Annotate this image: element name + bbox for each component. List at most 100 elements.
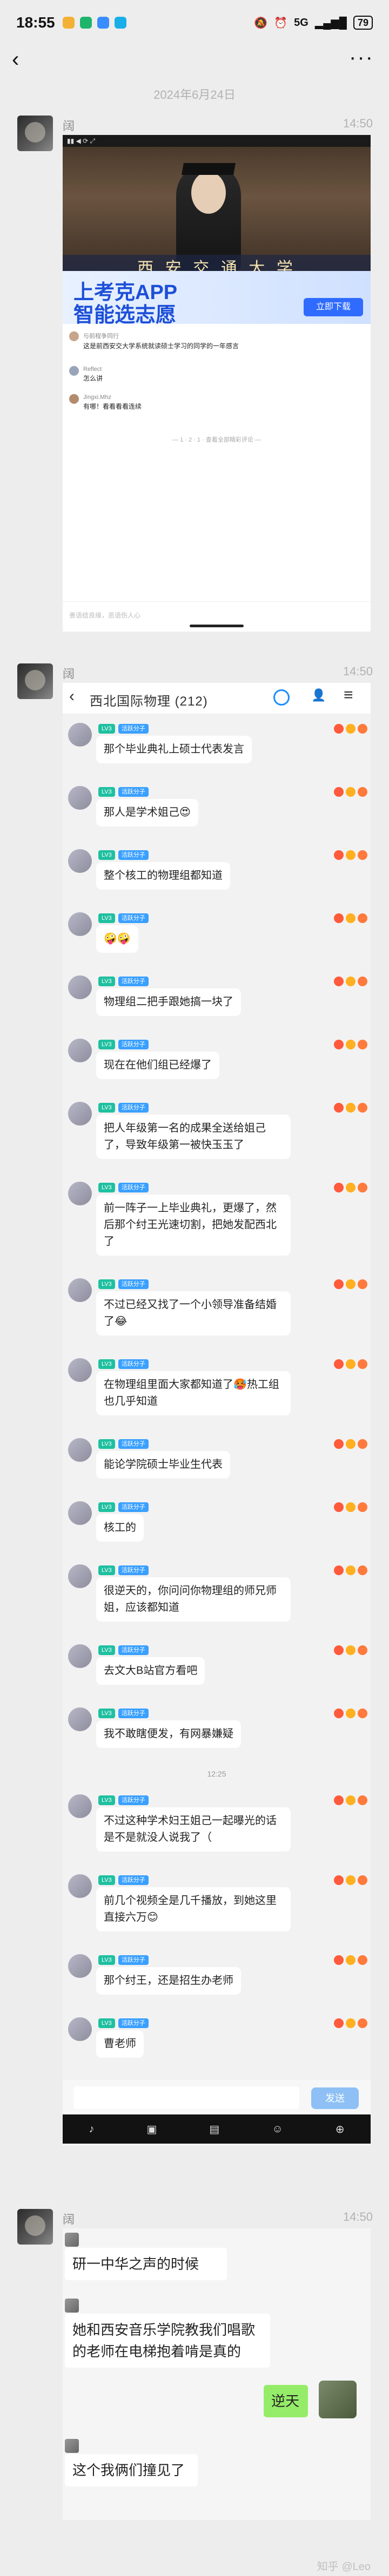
mute-icon: 🔕 <box>254 17 268 29</box>
qq-sender-tags: LV3 活跃分子 <box>98 850 149 860</box>
qq-sender-tags: LV3 活跃分子 <box>98 787 149 797</box>
qq-level-tag: LV3 <box>98 977 115 986</box>
qq-title-tag: 活跃分子 <box>118 1875 149 1885</box>
watermark: 知乎 @Leo <box>317 2561 371 2573</box>
qq-message-bubble: 前几个视频全是几千播放，到她这里直接六万😊 <box>96 1887 291 1931</box>
qq-sender-avatar <box>68 1501 92 1525</box>
qq-tool-icon: ♪ <box>89 2123 95 2135</box>
commenter-avatar <box>69 331 79 341</box>
qq-sender-tags: LV3 活跃分子 <box>98 1359 149 1369</box>
qq-sender-tags: LV3 活跃分子 <box>98 913 149 923</box>
qq-message-bubble: 很逆天的，你问问你物理组的师兄师姐，应该都知道 <box>96 1577 291 1622</box>
qq-group-title: 西北国际物理 (212) <box>90 694 208 709</box>
qq-sender-avatar <box>68 1438 92 1462</box>
qq-sender-avatar <box>68 1564 92 1588</box>
qq-message-bubble: 核工的 <box>96 1514 144 1542</box>
chat-bubble: 研一中华之声的时候 <box>65 2248 227 2280</box>
app-notification-icon <box>97 17 109 29</box>
self-avatar <box>319 2381 357 2418</box>
chat-screenshot[interactable]: 研一中华之声的时候 她和西安音乐学院教我们唱歌的老师在电梯抱着啃是真的 逆天 这… <box>63 2228 371 2520</box>
comment-item: Jingxi.Mhz 有哪！看看看看连续 <box>69 394 142 411</box>
app-notification-icon <box>79 17 92 29</box>
video-screenshot[interactable]: ▮▮ ◀ ⟳ ⤢ 西 安 交 通 大 学 上考克APP 智能选志愿 立即下载 与… <box>63 135 371 632</box>
qq-reaction-icons <box>334 977 367 986</box>
qq-message-bubble: 那个毕业典礼上硕士代表发言 <box>96 736 252 763</box>
qq-title-tag: 活跃分子 <box>118 1709 149 1718</box>
qq-tool-icon: ▣ <box>146 2123 157 2136</box>
reaction-icon <box>358 1709 367 1718</box>
reaction-icon <box>346 1359 356 1369</box>
qq-input-bar: 发送 <box>63 2080 371 2114</box>
commenter-name: Jingxi.Mhz <box>83 394 111 401</box>
qq-chat-screenshot[interactable]: ‹ 西北国际物理 (212) 👤 ≡ LV3 活跃分子 那个毕业典礼上硕士代表发言 L… <box>63 683 371 2146</box>
qq-reaction-icons <box>334 1875 367 1885</box>
reaction-icon <box>346 1103 356 1113</box>
sender-name: 阔 <box>63 119 75 133</box>
qq-sender-avatar <box>68 912 92 936</box>
qq-level-tag: LV3 <box>98 1103 115 1113</box>
status-right: 🔕 ⏰ 5G ▂▄▆█ 79 <box>254 16 373 30</box>
comment-text: 怎么讲 <box>83 375 103 382</box>
qq-avatar-icon: 👤 <box>311 688 326 702</box>
qq-level-tag: LV3 <box>98 1040 115 1049</box>
qq-message-bubble: 把人年级第一名的成果全送给姐己了，导致年级第一被快玉玉了 <box>96 1115 291 1159</box>
chat-bubble-self: 逆天 <box>264 2385 308 2417</box>
qq-sender-tags: LV3 活跃分子 <box>98 1709 149 1718</box>
qq-sender-tags: LV3 活跃分子 <box>98 1955 149 1965</box>
reaction-icon <box>358 1279 367 1289</box>
qq-title-tag: 活跃分子 <box>118 1183 149 1192</box>
qq-level-tag: LV3 <box>98 1359 115 1369</box>
comment-area: 与前程争同行 这是前西安交大学系统就读硕士学习的同学的一年感言 Reflect … <box>63 324 371 453</box>
avatar[interactable] <box>17 663 53 699</box>
qq-level-tag: LV3 <box>98 1502 115 1512</box>
qq-title-tag: 活跃分子 <box>118 977 149 986</box>
qq-message-bubble: 🤪🤪 <box>96 925 138 953</box>
reaction-icon <box>358 1795 367 1805</box>
qq-title-tag: 活跃分子 <box>118 1565 149 1575</box>
back-icon[interactable]: ‹ <box>12 49 19 70</box>
graduate-face <box>191 172 226 214</box>
avatar[interactable] <box>17 2209 53 2245</box>
reaction-icon <box>334 977 344 986</box>
qq-sender-tags: LV3 活跃分子 <box>98 1040 149 1049</box>
qq-reaction-icons <box>334 1565 367 1575</box>
reaction-icon <box>334 787 344 797</box>
qq-reaction-icons <box>334 850 367 860</box>
reaction-icon <box>346 913 356 923</box>
avatar[interactable] <box>17 116 53 151</box>
reaction-icon <box>334 1565 344 1575</box>
reaction-icon <box>346 1502 356 1512</box>
qq-reaction-icons <box>334 1040 367 1049</box>
app-notification-icon <box>62 17 75 29</box>
reaction-icon <box>346 1565 356 1575</box>
status-time: 18:55 <box>16 14 55 31</box>
qq-sender-avatar <box>68 1954 92 1978</box>
message-time: 14:50 <box>343 665 373 678</box>
reaction-icon <box>358 724 367 734</box>
home-indicator <box>190 625 244 627</box>
qq-message-bubble: 曹老师 <box>96 2030 144 2058</box>
sender-name: 阔 <box>63 667 75 681</box>
reaction-icon <box>346 1875 356 1885</box>
video-frame: ▮▮ ◀ ⟳ ⤢ 西 安 交 通 大 学 上考克APP 智能选志愿 立即下载 <box>63 135 371 327</box>
qq-reaction-icons <box>334 2018 367 2028</box>
reaction-icon <box>334 850 344 860</box>
qq-sender-avatar <box>68 2017 92 2041</box>
more-icon[interactable]: ··· <box>349 45 374 70</box>
qq-sender-tags: LV3 活跃分子 <box>98 2018 149 2028</box>
reaction-icon <box>358 913 367 923</box>
qq-sender-tags: LV3 活跃分子 <box>98 1795 149 1805</box>
top-nav: ‹ ··· <box>0 45 389 76</box>
message-1: 阔 14:50 ▮▮ ◀ ⟳ ⤢ 西 安 交 通 大 学 上考克APP 智能选志… <box>0 108 389 648</box>
comment-item: Reflect 怎么讲 <box>69 366 103 383</box>
reaction-icon <box>346 1955 356 1965</box>
comment-text: 这是前西安交大学系统就读硕士学习的同学的一年感言 <box>83 342 239 350</box>
qq-title-tag: 活跃分子 <box>118 787 149 797</box>
qq-sender-avatar <box>68 1182 92 1205</box>
reaction-icon <box>346 1439 356 1449</box>
qq-message-bubble: 那个纣王，还是招生办老师 <box>96 1967 241 1995</box>
qq-sender-avatar <box>68 1707 92 1731</box>
qq-reaction-icons <box>334 724 367 734</box>
qq-sender-avatar <box>68 1644 92 1668</box>
reaction-icon <box>358 1565 367 1575</box>
